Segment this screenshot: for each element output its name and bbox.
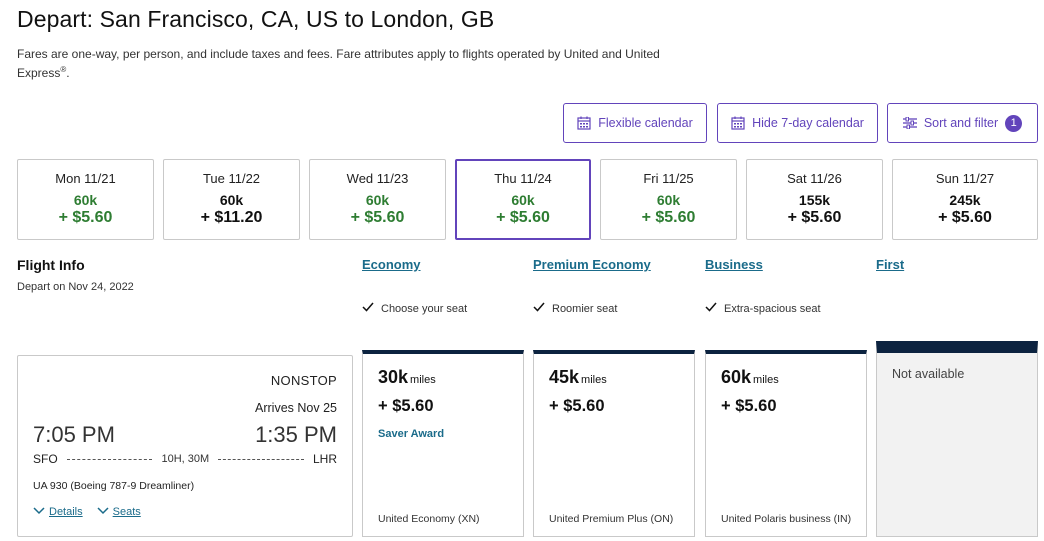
flight-card-links: Details Seats [33, 506, 141, 518]
day-miles: 60k [219, 192, 244, 208]
not-available-label: Not available [892, 367, 965, 381]
arrival-time: 1:35 PM [255, 422, 337, 447]
details-link[interactable]: Details [33, 506, 83, 518]
saver-award-label: Saver Award [378, 428, 445, 440]
fare-miles: 30k miles [378, 367, 436, 388]
departure-time: 7:05 PM [33, 422, 115, 447]
day-miles: 60k [73, 192, 98, 208]
day-tax: + $5.60 [350, 209, 405, 226]
fare-option-economy[interactable]: 30k miles + $5.60 Saver Award United Econ… [362, 350, 524, 537]
fare-class-name: United Polaris business (IN) [721, 513, 852, 525]
day-miles: 155k [798, 192, 831, 208]
chevron-down-icon [33, 506, 45, 518]
filter-count-badge: 1 [1005, 114, 1023, 132]
fare-option-premium-economy[interactable]: 45k miles + $5.60 United Premium Plus (ON… [533, 350, 695, 537]
day-tax: + $5.60 [58, 209, 113, 226]
sort-and-filter-button[interactable]: Sort and filter 1 [887, 103, 1038, 143]
cabin-link-first[interactable]: First [876, 257, 904, 272]
fare-miles: 60k miles [721, 367, 779, 388]
fare-note-end: . [66, 66, 70, 80]
fare-note-text: Fares are one-way, per person, and inclu… [17, 47, 660, 80]
checkmark-icon [705, 302, 717, 315]
day-tax: + $5.60 [938, 209, 992, 226]
feature-text: Extra-spacious seat [724, 302, 821, 315]
fare-miles-value: 30k [378, 367, 409, 387]
details-link-label: Details [49, 506, 83, 518]
day-tile-fri-11-25[interactable]: Fri 11/25 60k + $5.60 [600, 159, 737, 240]
feature-economy: Choose your seat [362, 302, 467, 315]
feature-text: Roomier seat [552, 302, 618, 315]
fare-option-first: Not available [876, 341, 1038, 537]
destination-airport: LHR [313, 452, 338, 466]
calendar-icon [731, 116, 745, 130]
feature-text: Choose your seat [381, 302, 468, 315]
day-tile-thu-11-24-selected[interactable]: Thu 11/24 60k + $5.60 [455, 159, 591, 240]
fare-miles-value: 60k [721, 367, 752, 387]
hide-7-day-calendar-button[interactable]: Hide 7-day calendar [717, 103, 878, 143]
fare-option-business[interactable]: 60k miles + $5.60 United Polaris business… [705, 350, 867, 537]
fare-miles-unit: miles [581, 374, 607, 386]
day-label: Mon 11/21 [55, 171, 116, 186]
day-label: Sat 11/26 [787, 171, 842, 186]
sort-and-filter-label: Sort and filter [923, 116, 999, 130]
flight-duration: 10H, 30M [161, 453, 210, 465]
route-dash [218, 458, 304, 460]
arrival-date: Arrives Nov 25 [255, 401, 337, 415]
hide-7-day-calendar-label: Hide 7-day calendar [752, 116, 864, 130]
cabin-link-premium-economy[interactable]: Premium Economy [533, 257, 651, 272]
fare-miles-unit: miles [410, 374, 436, 386]
day-tile-tue-11-22[interactable]: Tue 11/22 60k + $11.20 [163, 159, 300, 240]
day-tax: + $5.60 [787, 209, 842, 226]
day-label: Wed 11/23 [346, 171, 409, 186]
day-tax: + $5.60 [496, 209, 550, 226]
depart-date: Depart on Nov 24, 2022 [17, 281, 134, 293]
seats-link-label: Seats [112, 506, 141, 518]
flight-aircraft: UA 930 (Boeing 787-9 Dreamliner) [33, 480, 195, 492]
cabin-link-business[interactable]: Business [705, 257, 763, 272]
day-tile-wed-11-23[interactable]: Wed 11/23 60k + $5.60 [309, 159, 446, 240]
feature-premium-economy: Roomier seat [533, 302, 617, 315]
fare-tax: + $5.60 [549, 397, 605, 415]
sliders-icon [902, 117, 917, 129]
route-line: SFO 10H, 30M LHR [33, 452, 337, 466]
day-tile-sat-11-26[interactable]: Sat 11/26 155k + $5.60 [746, 159, 883, 240]
chevron-down-icon [97, 506, 109, 518]
checkmark-icon [533, 302, 545, 315]
fare-tax: + $5.60 [721, 397, 777, 415]
fare-miles: 45k miles [549, 367, 607, 388]
day-label: Sun 11/27 [935, 171, 995, 186]
day-label: Tue 11/22 [202, 171, 261, 186]
flexible-calendar-label: Flexible calendar [598, 116, 693, 130]
fare-class-name: United Economy (XN) [378, 513, 480, 525]
fare-note: Fares are one-way, per person, and inclu… [17, 46, 697, 81]
fare-miles-unit: miles [753, 374, 779, 386]
page-title: Depart: San Francisco, CA, US to London,… [17, 6, 495, 32]
calendar-icon [577, 116, 591, 130]
day-miles: 245k [949, 192, 981, 208]
day-tax: + $5.60 [641, 209, 696, 226]
flight-card: NONSTOP Arrives Nov 25 7:05 PM 1:35 PM S… [17, 355, 353, 537]
origin-airport: SFO [33, 452, 58, 466]
cabin-link-economy[interactable]: Economy [362, 257, 421, 272]
day-miles: 60k [511, 192, 535, 208]
feature-business: Extra-spacious seat [705, 302, 821, 315]
day-tile-mon-11-21[interactable]: Mon 11/21 60k + $5.60 [17, 159, 154, 240]
day-miles: 60k [656, 192, 681, 208]
day-miles: 60k [365, 192, 390, 208]
fare-tax: + $5.60 [378, 397, 434, 415]
day-tax: + $11.20 [200, 209, 263, 226]
fare-miles-value: 45k [549, 367, 580, 387]
fare-class-name: United Premium Plus (ON) [549, 513, 674, 525]
checkmark-icon [362, 302, 374, 315]
day-label: Thu 11/24 [494, 171, 552, 186]
stops-label: NONSTOP [270, 373, 337, 388]
seats-link[interactable]: Seats [97, 506, 141, 518]
flexible-calendar-button[interactable]: Flexible calendar [563, 103, 707, 143]
flight-info-heading: Flight Info [17, 257, 85, 273]
day-tile-sun-11-27[interactable]: Sun 11/27 245k + $5.60 [892, 159, 1038, 240]
route-dash [66, 458, 153, 460]
day-label: Fri 11/25 [643, 171, 694, 186]
